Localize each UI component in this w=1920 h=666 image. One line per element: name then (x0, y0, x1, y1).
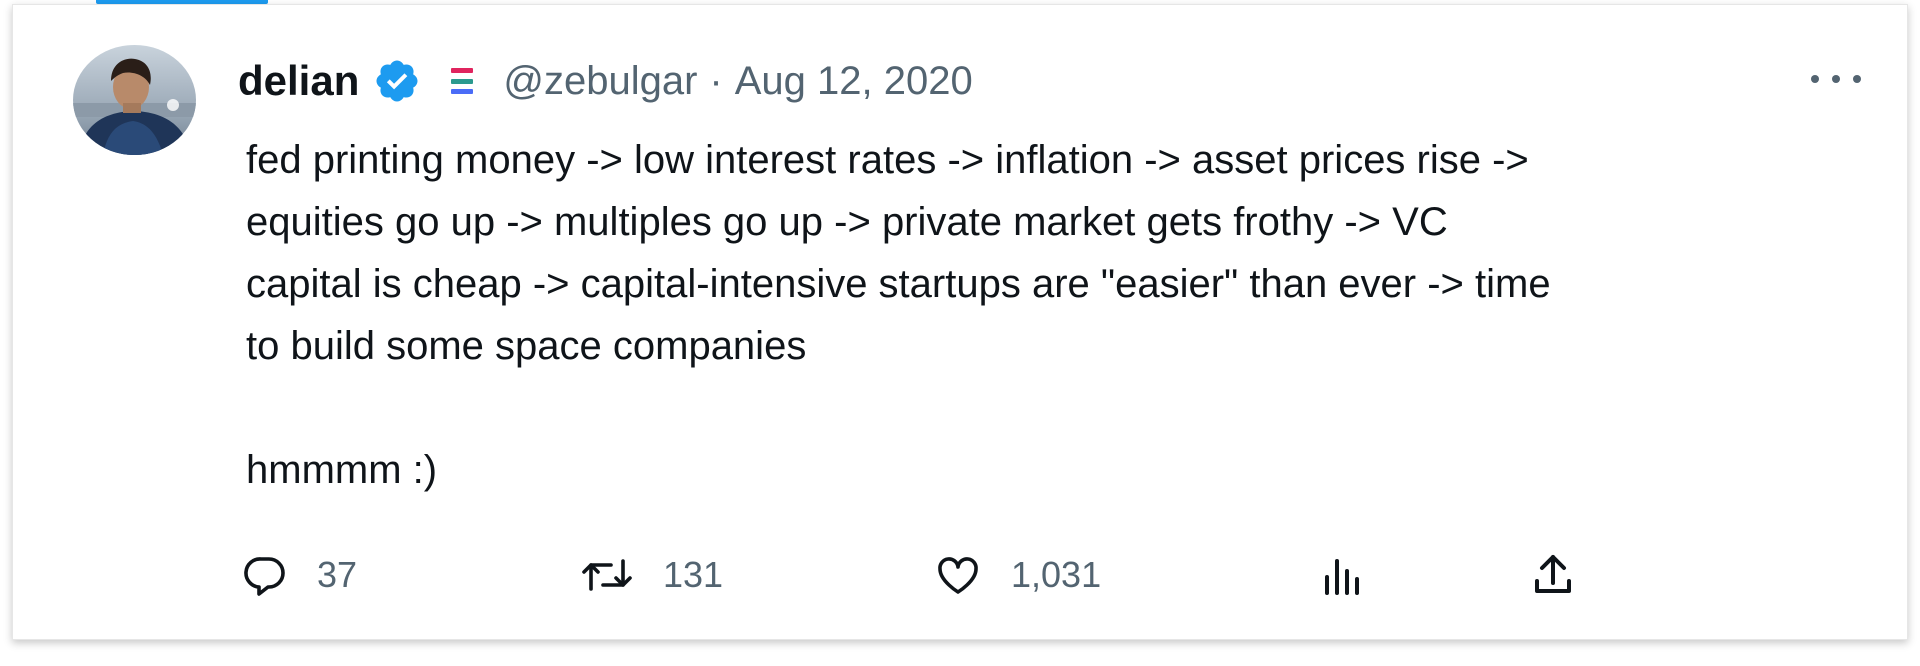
avatar-photo (73, 45, 196, 155)
tweet-line: to build some space companies (246, 324, 807, 368)
analytics-button[interactable] (1321, 545, 1365, 605)
analytics-icon (1325, 559, 1359, 595)
reply-button[interactable]: 37 (241, 545, 357, 605)
author-handle[interactable]: @zebulgar (503, 59, 697, 104)
verified-badge-icon[interactable] (373, 57, 421, 105)
tweet-closing-line: hmmmm :) (246, 448, 438, 492)
share-button[interactable] (1531, 545, 1575, 605)
avatar[interactable] (73, 45, 196, 155)
like-count: 1,031 (1011, 554, 1102, 595)
flag-icon (451, 68, 474, 94)
retweet-count: 131 (663, 554, 724, 595)
reply-icon (244, 557, 285, 596)
tweet-line: equities go up -> multiples go up -> pri… (246, 200, 1448, 244)
like-button[interactable]: 1,031 (933, 545, 1101, 605)
separator-dot: · (709, 58, 723, 103)
share-icon (1535, 555, 1571, 593)
retweet-icon (582, 559, 632, 591)
author-name[interactable]: delian (238, 57, 359, 105)
action-bar: 37 131 1,031 (13, 545, 1913, 605)
tweet-text: fed printing money -> low interest rates… (246, 129, 1866, 501)
tweet-header: delian @zebulgar · Aug 12, 2020 (238, 51, 973, 111)
heart-icon (938, 557, 978, 594)
tweet-card[interactable]: delian @zebulgar · Aug 12, 2020 fed prin… (12, 4, 1908, 640)
tweet-line: fed printing money -> low interest rates… (246, 138, 1529, 182)
tweet-date[interactable]: Aug 12, 2020 (735, 59, 973, 104)
tweet-line: capital is cheap -> capital-intensive st… (246, 262, 1551, 306)
retweet-button[interactable]: 131 (579, 545, 723, 605)
page: delian @zebulgar · Aug 12, 2020 fed prin… (0, 0, 1920, 666)
more-options-icon[interactable] (1811, 65, 1861, 93)
reply-count: 37 (317, 554, 358, 595)
